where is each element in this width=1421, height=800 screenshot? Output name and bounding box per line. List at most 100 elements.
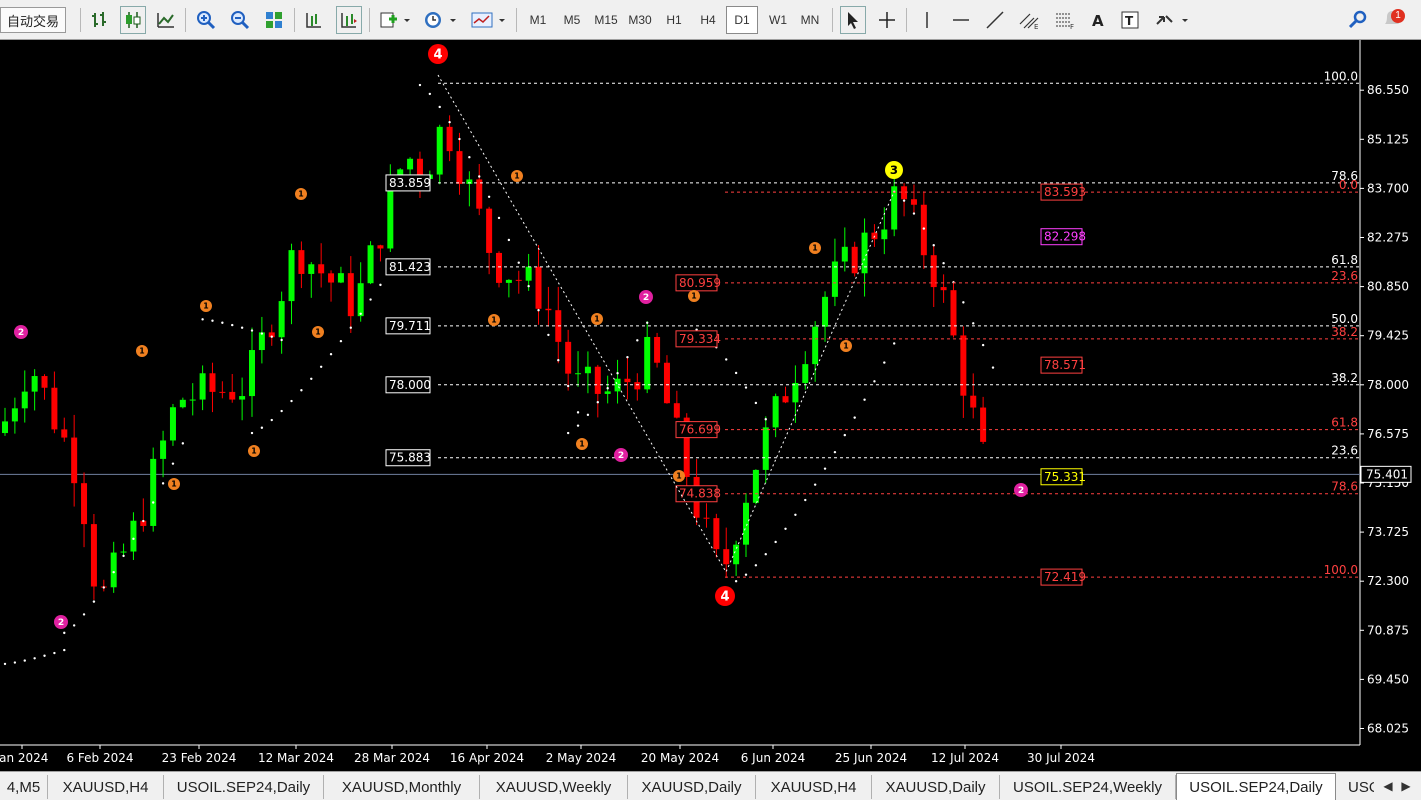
- price-tick-label: 69.450: [1367, 672, 1409, 686]
- timeframe-m1-button[interactable]: M1: [522, 6, 554, 34]
- cursor-arrow-icon[interactable]: [840, 6, 866, 34]
- date-tick-label: 23 Feb 2024: [162, 751, 237, 765]
- timeframe-mn-button[interactable]: MN: [794, 6, 826, 34]
- candlestick-chart-icon[interactable]: [120, 6, 146, 34]
- candle-body: [851, 246, 858, 274]
- sar-dot: [3, 662, 7, 666]
- timeframe-h4-button[interactable]: H4: [692, 6, 724, 34]
- timeframe-m15-button[interactable]: M15: [590, 6, 622, 34]
- candle-body: [654, 336, 661, 363]
- candle-body: [703, 517, 710, 519]
- templates-dropdown-icon[interactable]: [468, 6, 508, 34]
- candle-body: [733, 544, 740, 565]
- autoscroll-icon[interactable]: [336, 6, 362, 34]
- fib-left-price-label: 75.883: [389, 451, 431, 465]
- timeframe-m5-button[interactable]: M5: [556, 6, 588, 34]
- candle-body: [11, 408, 18, 422]
- vertical-line-icon[interactable]: [914, 6, 940, 34]
- chart-shift-icon[interactable]: [302, 6, 326, 34]
- text-label-icon[interactable]: T: [1118, 6, 1144, 34]
- text-tool-icon[interactable]: A: [1086, 6, 1110, 34]
- candle-body: [110, 552, 117, 588]
- tab-chart[interactable]: XAUUSD,H4: [756, 775, 872, 799]
- timeframe-m30-button[interactable]: M30: [624, 6, 656, 34]
- tab-chart[interactable]: 4,M5: [0, 775, 48, 799]
- sar-dot: [369, 298, 372, 301]
- bar-chart-icon[interactable]: [88, 6, 112, 34]
- candle-body: [61, 429, 68, 438]
- equidistant-channel-icon[interactable]: E: [1016, 6, 1044, 34]
- tab-chart-active[interactable]: USOIL.SEP24,Daily: [1176, 773, 1336, 800]
- fib-right-price-label: 75.331: [1044, 470, 1086, 484]
- sar-dot: [142, 519, 145, 523]
- candle-body: [525, 266, 532, 281]
- sar-dot: [63, 648, 66, 652]
- candle-body: [367, 245, 374, 284]
- notification-bell-icon[interactable]: 1: [1380, 6, 1408, 34]
- zoom-out-icon[interactable]: [228, 6, 252, 34]
- wave-label-small-text: 2: [18, 328, 24, 338]
- candle-body: [51, 387, 58, 430]
- tab-chart[interactable]: XAUUSD,H4: [48, 775, 164, 799]
- chart-canvas[interactable]: 100.0 78.6 83.859 61.8 81.423 50.0 79.711 38.2 7…: [0, 40, 1421, 771]
- fib-left-price-label: 83.859: [389, 176, 431, 190]
- main-toolbar: 自动交易 M1 M5 M15 M30 H1 H4 D1 W1 MN E F A …: [0, 0, 1421, 40]
- tab-chart[interactable]: USO: [1336, 775, 1374, 799]
- candle-body: [239, 396, 246, 400]
- auto-trading-button[interactable]: 自动交易: [0, 7, 67, 33]
- search-icon[interactable]: [1346, 6, 1370, 34]
- tab-scroll-right-icon[interactable]: ▶: [1398, 777, 1414, 795]
- candle-body: [644, 336, 651, 390]
- candle-body: [308, 264, 315, 274]
- tile-windows-icon[interactable]: [262, 6, 286, 34]
- candle-body: [229, 391, 236, 400]
- candle-body: [663, 362, 670, 404]
- trendline-icon[interactable]: [982, 6, 1008, 34]
- sar-dot: [725, 358, 728, 361]
- sar-dot: [744, 573, 748, 576]
- arrows-dropdown-icon[interactable]: [1152, 6, 1192, 34]
- sar-dot: [932, 244, 935, 247]
- price-tick-label: 86.550: [1367, 83, 1409, 97]
- tab-chart[interactable]: USOIL.SEP24,Daily: [164, 775, 324, 799]
- sar-dot: [438, 105, 441, 109]
- periods-clock-icon[interactable]: [421, 6, 459, 34]
- price-chart[interactable]: 100.0 78.6 83.859 61.8 81.423 50.0 79.711 38.2 7…: [0, 40, 1421, 771]
- fib-left-price-label: 81.423: [389, 260, 431, 274]
- candle-body: [21, 391, 28, 409]
- wave-label-small-text: 1: [579, 440, 584, 449]
- line-chart-icon[interactable]: [154, 6, 178, 34]
- candle-body: [209, 373, 216, 392]
- sar-dot: [13, 661, 17, 664]
- tab-scroll-left-icon[interactable]: ◀: [1380, 777, 1396, 795]
- indicators-dropdown-icon[interactable]: [377, 6, 413, 34]
- wave-label-small-text: 2: [618, 451, 624, 461]
- date-tick-label: 28 Mar 2024: [354, 751, 430, 765]
- candle-body: [792, 382, 799, 403]
- fib-left-price-label: 79.711: [389, 319, 431, 333]
- tab-chart[interactable]: XAUUSD,Daily: [628, 775, 756, 799]
- candle-body: [565, 341, 572, 374]
- timeframe-h1-button[interactable]: H1: [658, 6, 690, 34]
- horizontal-line-icon[interactable]: [948, 6, 974, 34]
- date-tick-label: 20 May 2024: [641, 751, 719, 765]
- fib-left-level: 61.8: [1331, 253, 1358, 267]
- candle-body: [970, 395, 977, 408]
- price-tick-label: 76.575: [1367, 427, 1409, 441]
- zoom-in-icon[interactable]: [194, 6, 218, 34]
- fibonacci-icon[interactable]: F: [1052, 6, 1078, 34]
- tab-chart[interactable]: XAUUSD,Daily: [872, 775, 1000, 799]
- svg-text:E: E: [1034, 23, 1038, 30]
- crosshair-icon[interactable]: [874, 6, 900, 34]
- candle-body: [90, 524, 97, 587]
- tab-chart[interactable]: XAUUSD,Monthly: [324, 775, 480, 799]
- timeframe-d1-button[interactable]: D1: [726, 6, 758, 34]
- tab-chart[interactable]: XAUUSD,Weekly: [480, 775, 628, 799]
- sar-dot: [764, 418, 767, 421]
- sar-dot: [349, 326, 352, 329]
- fib-right-level: 100.0: [1324, 563, 1358, 577]
- sar-dot: [981, 343, 985, 347]
- timeframe-w1-button[interactable]: W1: [762, 6, 794, 34]
- sar-dot: [754, 401, 758, 405]
- tab-chart[interactable]: USOIL.SEP24,Weekly: [1000, 775, 1176, 799]
